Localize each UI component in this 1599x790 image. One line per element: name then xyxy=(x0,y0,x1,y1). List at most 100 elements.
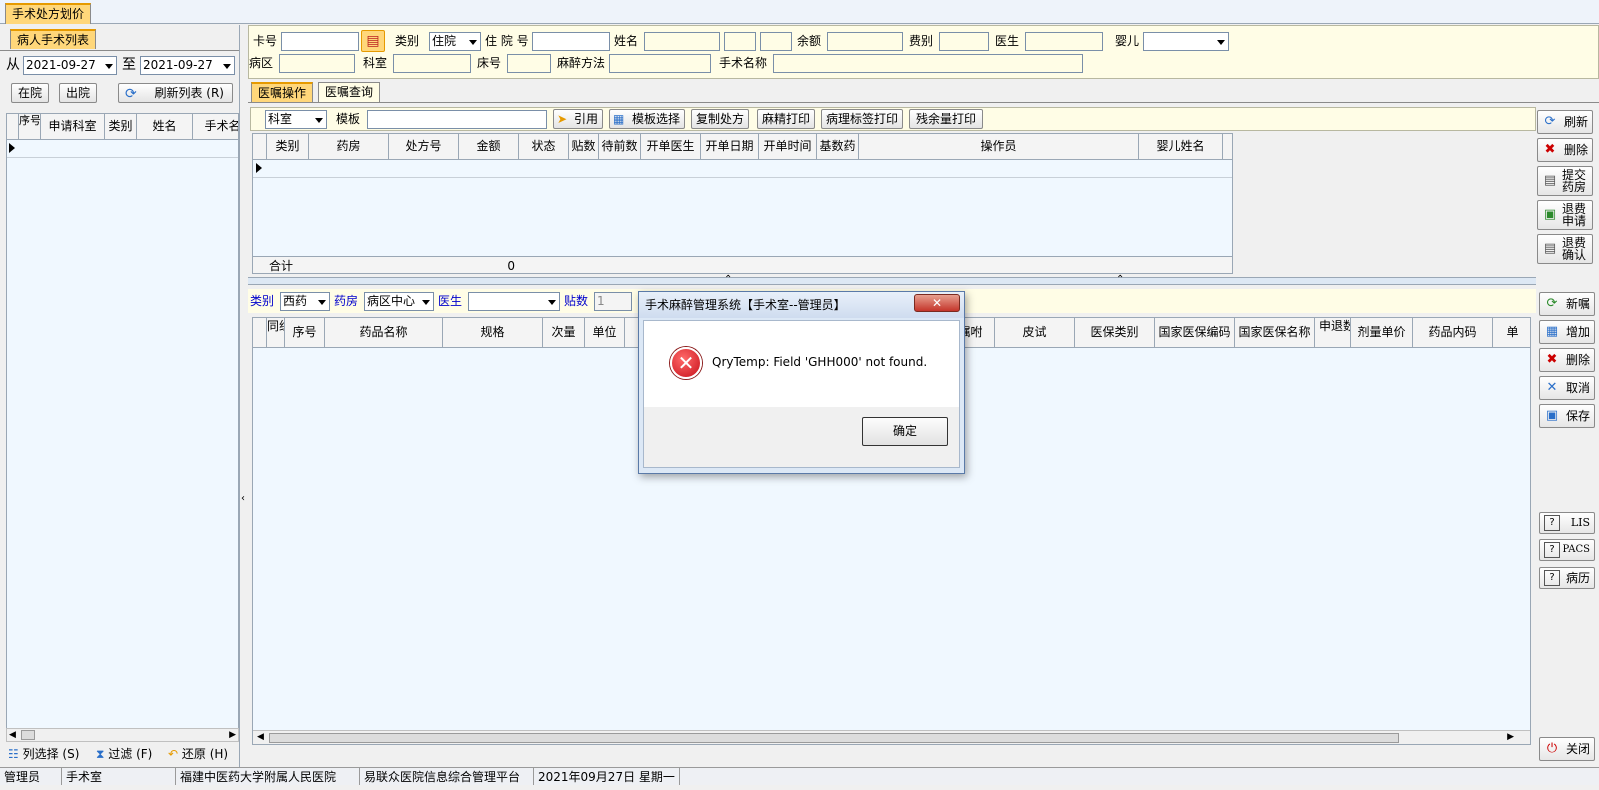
quote-button[interactable]: ➤ 引用 xyxy=(553,109,603,129)
col-header[interactable]: 手术名 xyxy=(193,114,238,139)
date-from-select[interactable]: 2021-09-27 xyxy=(23,56,117,75)
col-header[interactable]: 同组 xyxy=(267,318,285,347)
tab-order-operation[interactable]: 医嘱操作 xyxy=(251,82,314,102)
left-hscrollbar[interactable]: ◀ ▶ xyxy=(6,728,239,742)
ok-button[interactable]: 确定 xyxy=(862,417,948,446)
bed-field xyxy=(507,54,551,73)
col-header[interactable]: 序号 xyxy=(285,318,325,347)
doses-spinner[interactable]: 1 xyxy=(594,292,632,311)
refresh-icon: ⟳ xyxy=(1544,114,1556,129)
scroll-right-icon[interactable]: ▶ xyxy=(229,730,236,740)
col-header[interactable]: 贴数 xyxy=(569,134,599,159)
narcotic-print-button[interactable]: 麻精打印 xyxy=(757,109,815,129)
table-row[interactable] xyxy=(253,160,1232,178)
type-select[interactable]: 住院 xyxy=(429,32,481,51)
scroll-left-icon[interactable]: ◀ xyxy=(257,732,264,742)
baby-select[interactable] xyxy=(1143,32,1229,51)
col-header[interactable]: 皮试 xyxy=(995,318,1075,347)
tab-window-title[interactable]: 手术处方划价 xyxy=(5,3,92,24)
col-header[interactable]: 基数药 xyxy=(817,134,859,159)
col-header[interactable]: 规格 xyxy=(443,318,543,347)
medical-record-button[interactable]: ? 病历 xyxy=(1539,567,1595,589)
new-order-button[interactable]: ⟳ 新嘱 xyxy=(1539,292,1595,316)
refresh-button[interactable]: ⟳ 刷新 xyxy=(1537,110,1593,134)
table-row[interactable] xyxy=(7,140,238,158)
splitter-up-icon[interactable]: ⌃ xyxy=(724,274,732,285)
new-order-icon: ⟳ xyxy=(1546,296,1558,311)
col-header[interactable]: 开单时间 xyxy=(759,134,817,159)
scroll-left-icon[interactable]: ◀ xyxy=(9,730,16,740)
scroll-thumb[interactable] xyxy=(21,730,35,740)
restore-button[interactable]: ↶ 还原 (H) xyxy=(168,745,228,763)
lis-button[interactable]: ? LIS xyxy=(1539,512,1595,534)
drug-doctor-select[interactable] xyxy=(468,292,560,311)
col-header[interactable]: 待前数 xyxy=(599,134,641,159)
refresh-list-button[interactable]: ⟳ 刷新列表 (R) xyxy=(118,83,233,103)
col-header[interactable]: 金额 xyxy=(459,134,519,159)
refund-request-button[interactable]: ▣ 退费申请 xyxy=(1537,200,1593,230)
total-label: 合计 xyxy=(269,259,294,273)
add-icon: ▦ xyxy=(1545,324,1559,339)
patient-grid[interactable]: 序号 申请科室 类别 姓名 手术名 xyxy=(6,113,239,729)
template-select-button[interactable]: ▦ 模板选择 xyxy=(609,109,685,129)
inpatient-no-input[interactable] xyxy=(532,32,610,51)
col-header[interactable]: 类别 xyxy=(267,134,309,159)
col-header[interactable]: 开单医生 xyxy=(641,134,701,159)
col-header[interactable]: 国家医保名称 xyxy=(1235,318,1315,347)
drug-hscrollbar[interactable]: ◀ ▶ xyxy=(253,730,1530,744)
col-header[interactable]: 单位 xyxy=(585,318,625,347)
add-button[interactable]: ▦ 增加 xyxy=(1539,320,1595,344)
tab-patient-list[interactable]: 病人手术列表 xyxy=(10,29,97,49)
col-header[interactable]: 开单日期 xyxy=(701,134,759,159)
col-header[interactable]: 国家医保编码 xyxy=(1155,318,1235,347)
collapse-left-icon[interactable]: ‹ xyxy=(241,493,245,504)
error-dialog[interactable]: 手术麻醉管理系统【手术室--管理员】 ✕ ✕ QryTemp: Field 'G… xyxy=(638,291,965,474)
save-button[interactable]: ▣ 保存 xyxy=(1539,404,1595,428)
splitter[interactable]: ⌃ ⌃ xyxy=(248,274,1536,285)
col-header[interactable]: 类别 xyxy=(105,114,137,139)
col-header[interactable]: 次量 xyxy=(543,318,585,347)
refund-confirm-button[interactable]: ▤ 退费确认 xyxy=(1537,234,1593,264)
col-header[interactable]: 药房 xyxy=(309,134,389,159)
surgery-field xyxy=(773,54,1083,73)
col-header[interactable]: 姓名 xyxy=(137,114,193,139)
delete-drug-button[interactable]: ✖ 删除 xyxy=(1539,348,1595,372)
col-header[interactable]: 申退数量 xyxy=(1315,318,1351,347)
col-header[interactable]: 药品内码 xyxy=(1413,318,1493,347)
pacs-button[interactable]: ? PACS xyxy=(1539,539,1595,561)
delete-button[interactable]: ✖ 删除 xyxy=(1537,138,1593,162)
col-header[interactable]: 药品名称 xyxy=(325,318,443,347)
col-header[interactable]: 处方号 xyxy=(389,134,459,159)
col-header[interactable]: 操作员 xyxy=(859,134,1139,159)
date-to-select[interactable]: 2021-09-27 xyxy=(140,56,235,75)
card-input[interactable] xyxy=(281,32,359,51)
residual-print-button[interactable]: 残余量打印 xyxy=(909,109,983,129)
scroll-thumb[interactable] xyxy=(269,733,1399,743)
drug-type-select[interactable]: 西药 xyxy=(280,292,330,311)
pharmacy-select[interactable]: 病区中心 xyxy=(364,292,434,311)
col-header[interactable]: 婴儿姓名 xyxy=(1139,134,1223,159)
col-header[interactable]: 申请科室 xyxy=(41,114,105,139)
col-header[interactable]: 序号 xyxy=(19,114,41,139)
card-reader-button[interactable]: ▤ xyxy=(361,30,385,52)
col-header[interactable]: 医保类别 xyxy=(1075,318,1155,347)
inpatient-button[interactable]: 在院 xyxy=(11,83,49,103)
tab-order-query[interactable]: 医嘱查询 xyxy=(318,82,381,102)
splitter-up-icon[interactable]: ⌃ xyxy=(1116,274,1124,285)
close-button[interactable]: ⏻ 关闭 xyxy=(1539,737,1595,761)
col-header[interactable]: 单 xyxy=(1493,318,1530,347)
copy-prescription-button[interactable]: 复制处方 xyxy=(691,109,749,129)
filter-button[interactable]: ⧗ 过滤 (F) xyxy=(96,745,152,763)
template-input[interactable] xyxy=(367,110,547,129)
pathology-label-print-button[interactable]: 病理标签打印 xyxy=(821,109,903,129)
col-header[interactable]: 状态 xyxy=(519,134,569,159)
submit-pharmacy-button[interactable]: ▤ 提交药房 xyxy=(1537,166,1593,196)
col-header[interactable]: 剂量单价 xyxy=(1351,318,1413,347)
prescription-grid[interactable]: 类别 药房 处方号 金额 状态 贴数 待前数 开单医生 开单日期 开单时间 基数… xyxy=(252,133,1233,274)
dialog-close-button[interactable]: ✕ xyxy=(914,294,960,312)
dept-select[interactable]: 科室 xyxy=(265,110,327,129)
cancel-button[interactable]: ✕ 取消 xyxy=(1539,376,1595,400)
discharged-button[interactable]: 出院 xyxy=(59,83,97,103)
column-select-button[interactable]: ☷ 列选择 (S) xyxy=(8,745,79,763)
scroll-right-icon[interactable]: ▶ xyxy=(1507,732,1514,742)
